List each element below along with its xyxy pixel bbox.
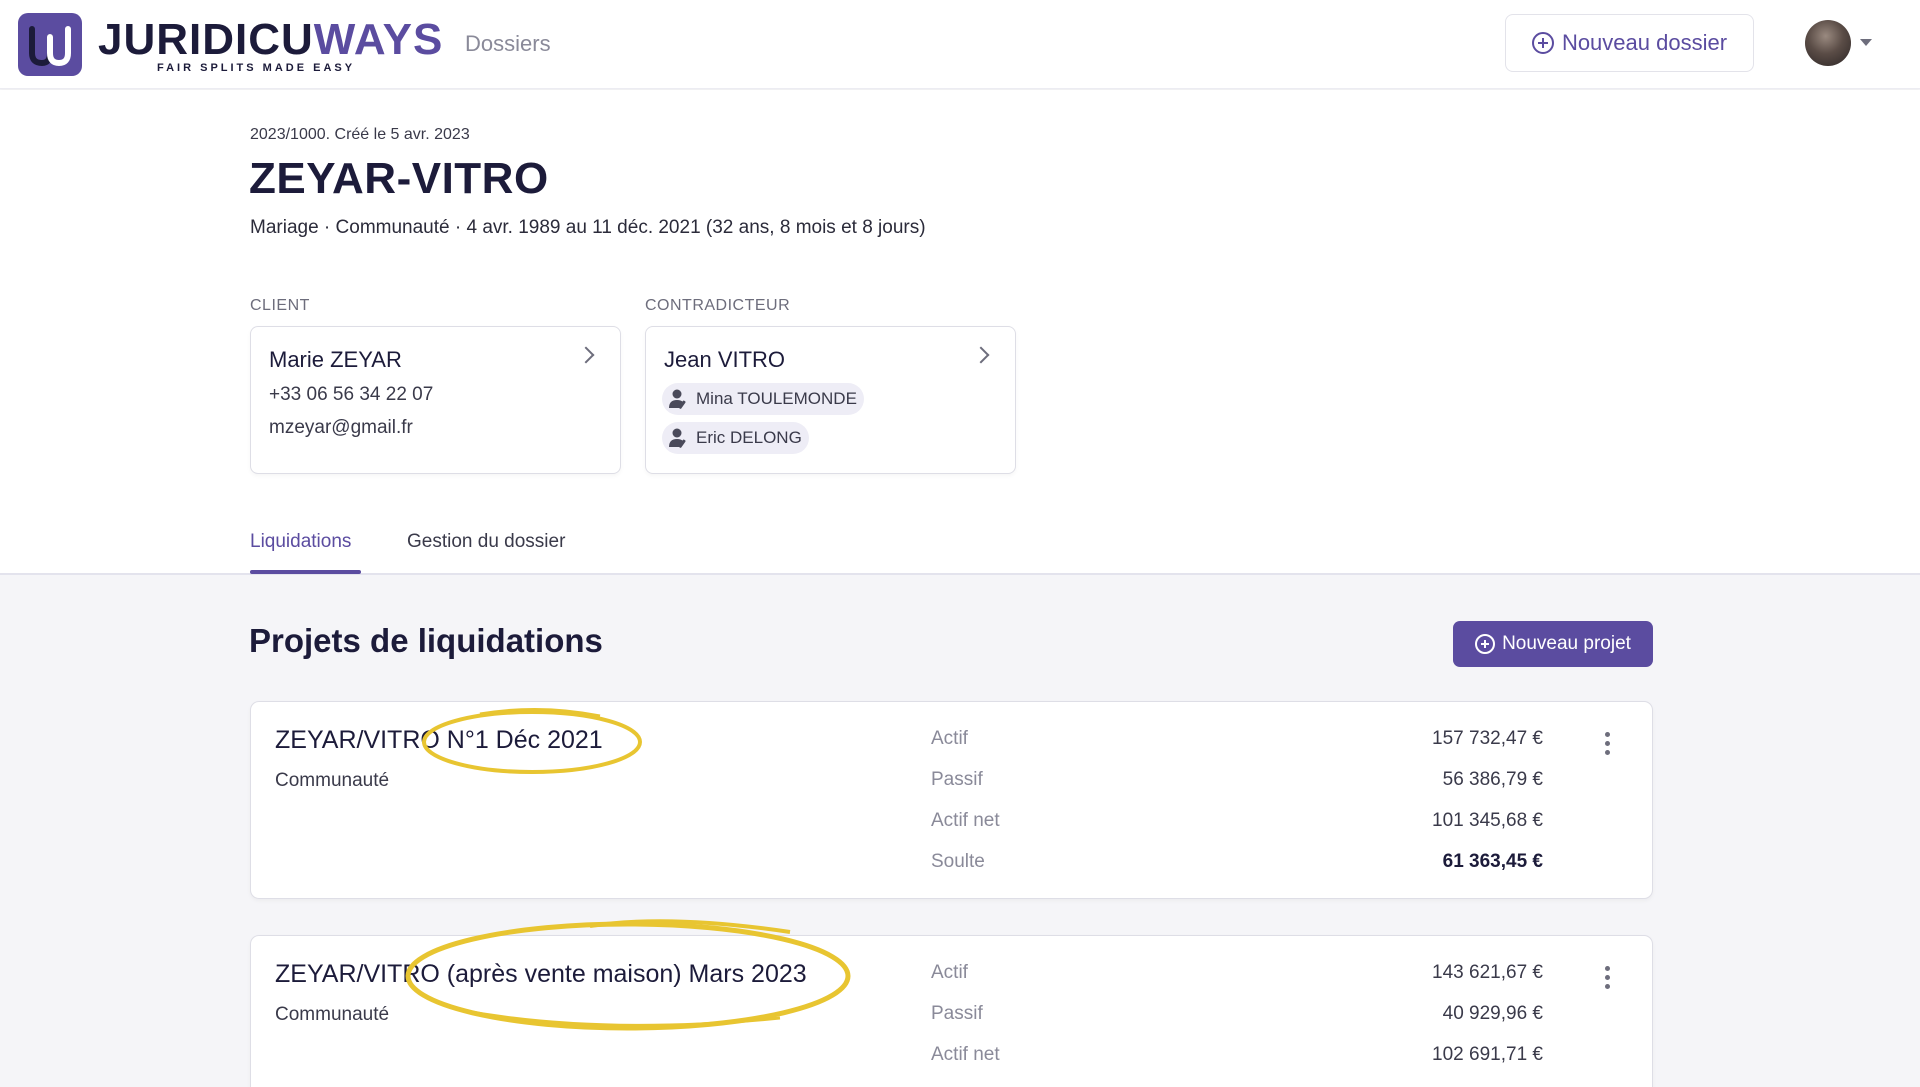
fin-row-actif-net: Actif net 102 691,71 €: [931, 1044, 1543, 1074]
logo-tagline: FAIR SPLITS MADE EASY: [157, 62, 356, 74]
fin-row-passif: Passif 40 929,96 €: [931, 1003, 1543, 1033]
fin-value: 157 732,47 €: [1432, 728, 1543, 749]
projects-section-title: Projets de liquidations: [249, 622, 603, 659]
fin-label: Actif: [931, 728, 968, 749]
contradicteur-label: CONTRADICTEUR: [645, 297, 791, 314]
tab-liquidations[interactable]: Liquidations: [250, 531, 351, 553]
lawyer-name: Mina TOULEMONDE: [696, 389, 857, 408]
fin-label: Actif net: [931, 810, 1000, 831]
fin-value: 40 929,96 €: [1442, 1003, 1543, 1024]
fin-label: Passif: [931, 1003, 983, 1024]
project-regime: Communauté: [275, 1004, 390, 1025]
fin-row-passif: Passif 56 386,79 €: [931, 769, 1543, 799]
fin-label: Actif: [931, 962, 968, 983]
client-name: Marie ZEYAR: [269, 347, 402, 372]
contradicteur-name: Jean VITRO: [664, 347, 786, 372]
plus-circle-icon: [1475, 634, 1496, 654]
client-phone: +33 06 56 34 22 07: [269, 384, 434, 405]
lawyer-icon: [668, 427, 690, 449]
client-card[interactable]: Marie ZEYAR +33 06 56 34 22 07 mzeyar@gm…: [250, 326, 621, 474]
user-avatar[interactable]: [1805, 20, 1851, 66]
project-card[interactable]: ZEYAR/VITRO N°1 Déc 2021 Communauté Acti…: [250, 701, 1653, 899]
dossier-title: ZEYAR-VITRO: [249, 154, 549, 203]
new-project-label: Nouveau projet: [1502, 633, 1631, 654]
fin-value: 102 691,71 €: [1432, 1044, 1543, 1065]
fin-row-actif-net: Actif net 101 345,68 €: [931, 810, 1543, 840]
logo-wordmark-accent: WAYS: [313, 15, 444, 64]
new-project-button[interactable]: Nouveau projet: [1453, 621, 1653, 667]
lawyer-chip[interactable]: Mina TOULEMONDE: [662, 383, 864, 415]
new-dossier-label: Nouveau dossier: [1561, 30, 1728, 55]
more-options-icon[interactable]: [1605, 732, 1611, 756]
fin-label: Actif net: [931, 1044, 1000, 1065]
contradicteur-card[interactable]: Jean VITRO Mina TOULEMONDE Eric DELONG: [645, 326, 1016, 474]
fin-value: 56 386,79 €: [1442, 769, 1543, 790]
fin-row-actif: Actif 157 732,47 €: [931, 728, 1543, 758]
top-navigation-bar: JURIDICUWAYS FAIR SPLITS MADE EASY Dossi…: [0, 0, 1920, 89]
chevron-right-icon: [972, 346, 990, 364]
fin-value: 143 621,67 €: [1432, 962, 1543, 983]
logo-wordmark[interactable]: JURIDICUWAYS: [98, 16, 443, 64]
new-dossier-button[interactable]: Nouveau dossier: [1505, 14, 1754, 72]
active-tab-indicator: [250, 570, 361, 574]
project-name: ZEYAR/VITRO (après vente maison) Mars 20…: [275, 960, 807, 988]
client-label: CLIENT: [250, 297, 310, 314]
chevron-right-icon: [577, 346, 595, 364]
fin-label: Soulte: [931, 851, 985, 872]
nav-link-dossiers[interactable]: Dossiers: [465, 31, 551, 57]
project-card[interactable]: ZEYAR/VITRO (après vente maison) Mars 20…: [250, 935, 1653, 1087]
fin-label: Passif: [931, 769, 983, 790]
tab-gestion-du-dossier[interactable]: Gestion du dossier: [407, 531, 565, 553]
lawyer-icon: [668, 388, 690, 410]
logo-wordmark-main: JURIDICU: [98, 15, 314, 64]
project-name: ZEYAR/VITRO N°1 Déc 2021: [275, 726, 603, 754]
lawyer-name: Eric DELONG: [696, 428, 802, 447]
fin-row-actif: Actif 143 621,67 €: [931, 962, 1543, 992]
caret-down-icon[interactable]: [1860, 39, 1872, 46]
dossier-meta: 2023/1000. Créé le 5 avr. 2023: [250, 126, 470, 143]
dossier-subtitle: Mariage · Communauté · 4 avr. 1989 au 11…: [250, 217, 926, 238]
juridicways-logo-icon[interactable]: [18, 13, 82, 76]
fin-value: 61 363,45 €: [1442, 851, 1543, 872]
fin-row-soulte: Soulte 61 363,45 €: [931, 851, 1543, 881]
more-options-icon[interactable]: [1605, 966, 1611, 990]
fin-value: 101 345,68 €: [1432, 810, 1543, 831]
plus-circle-icon: [1531, 32, 1554, 54]
client-email: mzeyar@gmail.fr: [269, 417, 413, 438]
project-regime: Communauté: [275, 770, 390, 791]
lawyer-chip[interactable]: Eric DELONG: [662, 422, 809, 454]
